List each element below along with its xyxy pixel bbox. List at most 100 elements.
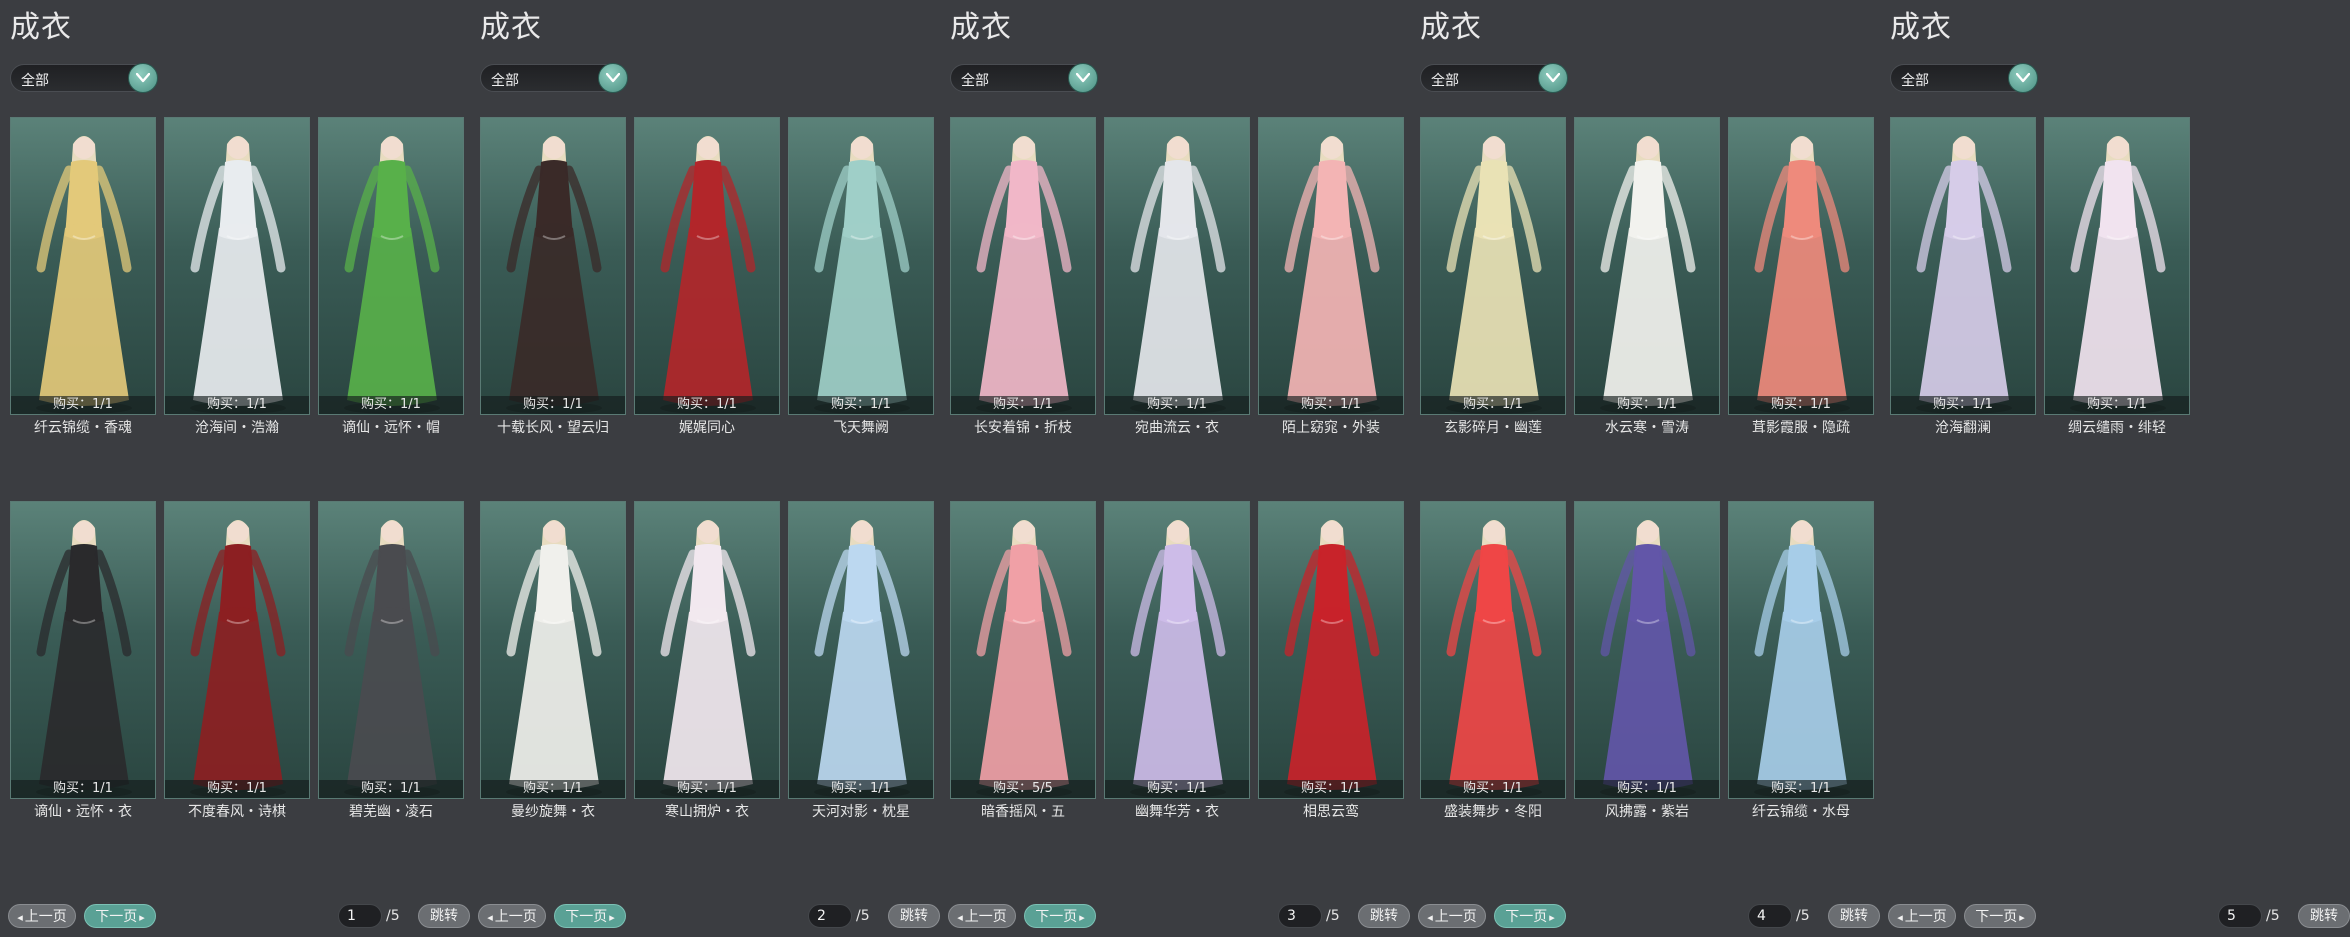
outfit-card[interactable]: 购买：1/1 <box>788 117 934 415</box>
outfit-card[interactable]: 购买：1/1 <box>318 501 464 799</box>
page-number-input[interactable]: 4 <box>1748 904 1792 928</box>
purchase-limit-label: 购买：1/1 <box>1105 396 1249 414</box>
outfit-card[interactable]: 购买：1/1 <box>1104 117 1250 415</box>
outfit-card[interactable]: 购买：1/1 <box>2044 117 2190 415</box>
prev-page-button[interactable]: 上一页 <box>1418 904 1486 928</box>
chevron-down-icon[interactable] <box>2008 63 2038 93</box>
outfit-name: 宛曲流云・衣 <box>1135 420 1219 436</box>
outfit-card[interactable]: 购买：1/1 <box>10 117 156 415</box>
purchase-limit-label: 购买：1/1 <box>11 396 155 414</box>
category-filter-dropdown[interactable]: 全部 <box>10 63 158 93</box>
jump-button[interactable]: 跳转 <box>418 904 470 928</box>
outfit-card[interactable]: 购买：5/5 <box>950 501 1096 799</box>
outfit-preview-image <box>660 520 756 798</box>
next-page-button[interactable]: 下一页 <box>554 904 626 928</box>
page-number-input[interactable]: 1 <box>338 904 382 928</box>
outfit-preview-image <box>1754 136 1850 414</box>
outfit-name: 长安着锦・折枝 <box>974 420 1072 436</box>
outfit-preview-image <box>506 136 602 414</box>
next-page-button[interactable]: 下一页 <box>1024 904 1096 928</box>
outfit-name: 茸影霞服・隐疏 <box>1752 420 1850 436</box>
next-page-button[interactable]: 下一页 <box>84 904 156 928</box>
outfit-card[interactable]: 购买：1/1 <box>1420 117 1566 415</box>
outfit-preview-image <box>1130 136 1226 414</box>
prev-page-button[interactable]: 上一页 <box>8 904 76 928</box>
filter-selected-value: 全部 <box>491 73 519 89</box>
prev-page-button[interactable]: 上一页 <box>948 904 1016 928</box>
outfit-card[interactable]: 购买：1/1 <box>1728 117 1874 415</box>
purchase-limit-label: 购买：1/1 <box>1575 396 1719 414</box>
outfit-card[interactable]: 购买：1/1 <box>1574 501 1720 799</box>
purchase-limit-label: 购买：1/1 <box>165 396 309 414</box>
outfit-name: 相思云鸾 <box>1303 804 1359 820</box>
chevron-down-icon[interactable] <box>1538 63 1568 93</box>
jump-button[interactable]: 跳转 <box>1828 904 1880 928</box>
next-page-label: 下一页 <box>1975 909 2018 925</box>
jump-button[interactable]: 跳转 <box>1358 904 1410 928</box>
jump-button[interactable]: 跳转 <box>2298 904 2350 928</box>
next-page-button[interactable]: 下一页 <box>1964 904 2036 928</box>
outfit-card[interactable]: 购买：1/1 <box>164 501 310 799</box>
outfit-name: 谪仙・远怀・帽 <box>342 420 440 436</box>
outfit-name: 幽舞华芳・衣 <box>1135 804 1219 820</box>
jump-button[interactable]: 跳转 <box>888 904 940 928</box>
purchase-limit-label: 购买：1/1 <box>319 780 463 798</box>
outfit-preview-image <box>1916 136 2012 414</box>
chevron-down-icon[interactable] <box>598 63 628 93</box>
outfit-card[interactable]: 购买：1/1 <box>788 501 934 799</box>
chevron-down-icon[interactable] <box>1068 63 1098 93</box>
purchase-limit-label: 购买：1/1 <box>165 780 309 798</box>
panel-title: 成衣 <box>1890 10 1952 45</box>
outfit-preview-image <box>344 136 440 414</box>
chevron-down-icon[interactable] <box>128 63 158 93</box>
panel-title: 成衣 <box>480 10 542 45</box>
category-filter-dropdown[interactable]: 全部 <box>1890 63 2038 93</box>
prev-page-button[interactable]: 上一页 <box>478 904 546 928</box>
outfit-preview-image <box>36 136 132 414</box>
prev-page-button[interactable]: 上一页 <box>1888 904 1956 928</box>
outfit-card[interactable]: 购买：1/1 <box>1728 501 1874 799</box>
panel-title: 成衣 <box>10 10 72 45</box>
outfit-card[interactable]: 购买：1/1 <box>1420 501 1566 799</box>
shop-panel-2: 成衣 全部 购买：1/1 十载长风・望云归 购买：1/1 娓娓同心 购买：1/1 飞天舞阙 购买… <box>470 0 940 937</box>
outfit-name: 纤云锦缆・香魂 <box>34 420 132 436</box>
next-page-label: 下一页 <box>1035 909 1078 925</box>
pagination: 上一页 下一页 4/5 跳转 <box>1410 904 1880 930</box>
purchase-limit-label: 购买：1/1 <box>1729 396 1873 414</box>
outfit-preview-image <box>976 520 1072 798</box>
page-number-input[interactable]: 5 <box>2218 904 2262 928</box>
outfit-name: 寒山拥炉・衣 <box>665 804 749 820</box>
outfit-name: 纤云锦缆・水母 <box>1752 804 1850 820</box>
page-number-input[interactable]: 2 <box>808 904 852 928</box>
outfit-card[interactable]: 购买：1/1 <box>950 117 1096 415</box>
outfit-card[interactable]: 购买：1/1 <box>318 117 464 415</box>
page-number-input[interactable]: 3 <box>1278 904 1322 928</box>
outfit-card[interactable]: 购买：1/1 <box>1104 501 1250 799</box>
purchase-limit-label: 购买：1/1 <box>1575 780 1719 798</box>
category-filter-dropdown[interactable]: 全部 <box>950 63 1098 93</box>
outfit-card[interactable]: 购买：1/1 <box>634 501 780 799</box>
outfit-card[interactable]: 购买：1/1 <box>164 117 310 415</box>
outfit-preview-image <box>660 136 756 414</box>
outfit-preview-image <box>814 136 910 414</box>
page-total: /5 <box>1326 908 1340 924</box>
outfit-card[interactable]: 购买：1/1 <box>480 117 626 415</box>
category-filter-dropdown[interactable]: 全部 <box>1420 63 1568 93</box>
outfit-card[interactable]: 购买：1/1 <box>10 501 156 799</box>
outfit-card[interactable]: 购买：1/1 <box>1890 117 2036 415</box>
outfit-card[interactable]: 购买：1/1 <box>480 501 626 799</box>
outfit-card[interactable]: 购买：1/1 <box>1574 117 1720 415</box>
outfit-card[interactable]: 购买：1/1 <box>1258 501 1404 799</box>
purchase-limit-label: 购买：1/1 <box>1421 396 1565 414</box>
outfit-name: 不度春风・诗棋 <box>188 804 286 820</box>
filter-selected-value: 全部 <box>961 73 989 89</box>
category-filter-dropdown[interactable]: 全部 <box>480 63 628 93</box>
outfit-name: 谪仙・远怀・衣 <box>34 804 132 820</box>
next-page-button[interactable]: 下一页 <box>1494 904 1566 928</box>
outfit-card[interactable]: 购买：1/1 <box>634 117 780 415</box>
outfit-preview-image <box>1130 520 1226 798</box>
outfit-card[interactable]: 购买：1/1 <box>1258 117 1404 415</box>
page-total: /5 <box>386 908 400 924</box>
outfit-name: 暗香摇风・五 <box>981 804 1065 820</box>
outfit-preview-image <box>1754 520 1850 798</box>
